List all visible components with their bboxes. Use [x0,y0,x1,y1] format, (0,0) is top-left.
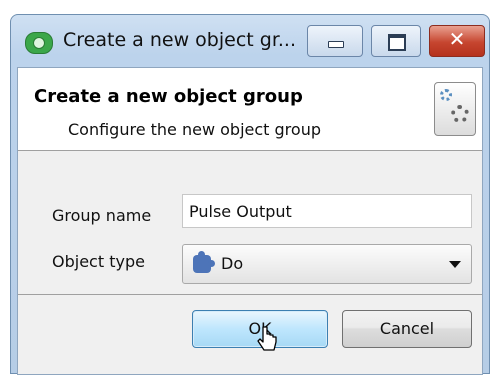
small-gear-icon [440,89,452,101]
dialog-client-area: Create a new object group Configure the … [17,67,483,375]
minimize-icon [328,41,344,48]
puzzle-piece-icon [193,251,215,273]
dialog-header: Create a new object group Configure the … [18,68,482,151]
dialog-window: Create a new object gr... ✕ Create a new… [10,14,490,375]
object-type-select[interactable]: Do [182,244,472,284]
minimize-button[interactable] [307,25,363,57]
title-bar[interactable]: Create a new object gr... ✕ [11,15,489,71]
maximize-icon [388,34,406,51]
divider [18,294,482,295]
hand-cursor-icon [257,326,277,351]
close-button[interactable]: ✕ [429,25,485,57]
close-icon: ✕ [448,27,466,51]
group-name-input[interactable] [182,194,472,228]
gear-icon [451,105,469,123]
chevron-down-icon[interactable] [449,261,461,268]
window-title: Create a new object gr... [63,29,297,51]
app-eye-icon [25,32,53,54]
cancel-button[interactable]: Cancel [342,310,472,348]
maximize-button[interactable] [371,25,421,57]
settings-gears-icon [434,82,476,136]
screen: Create a new object gr... ✕ Create a new… [0,0,500,375]
object-type-value: Do [221,254,244,273]
header-subtitle: Configure the new object group [68,120,321,139]
header-title: Create a new object group [34,86,303,107]
object-type-label: Object type [52,252,145,271]
group-name-label: Group name [52,206,152,225]
